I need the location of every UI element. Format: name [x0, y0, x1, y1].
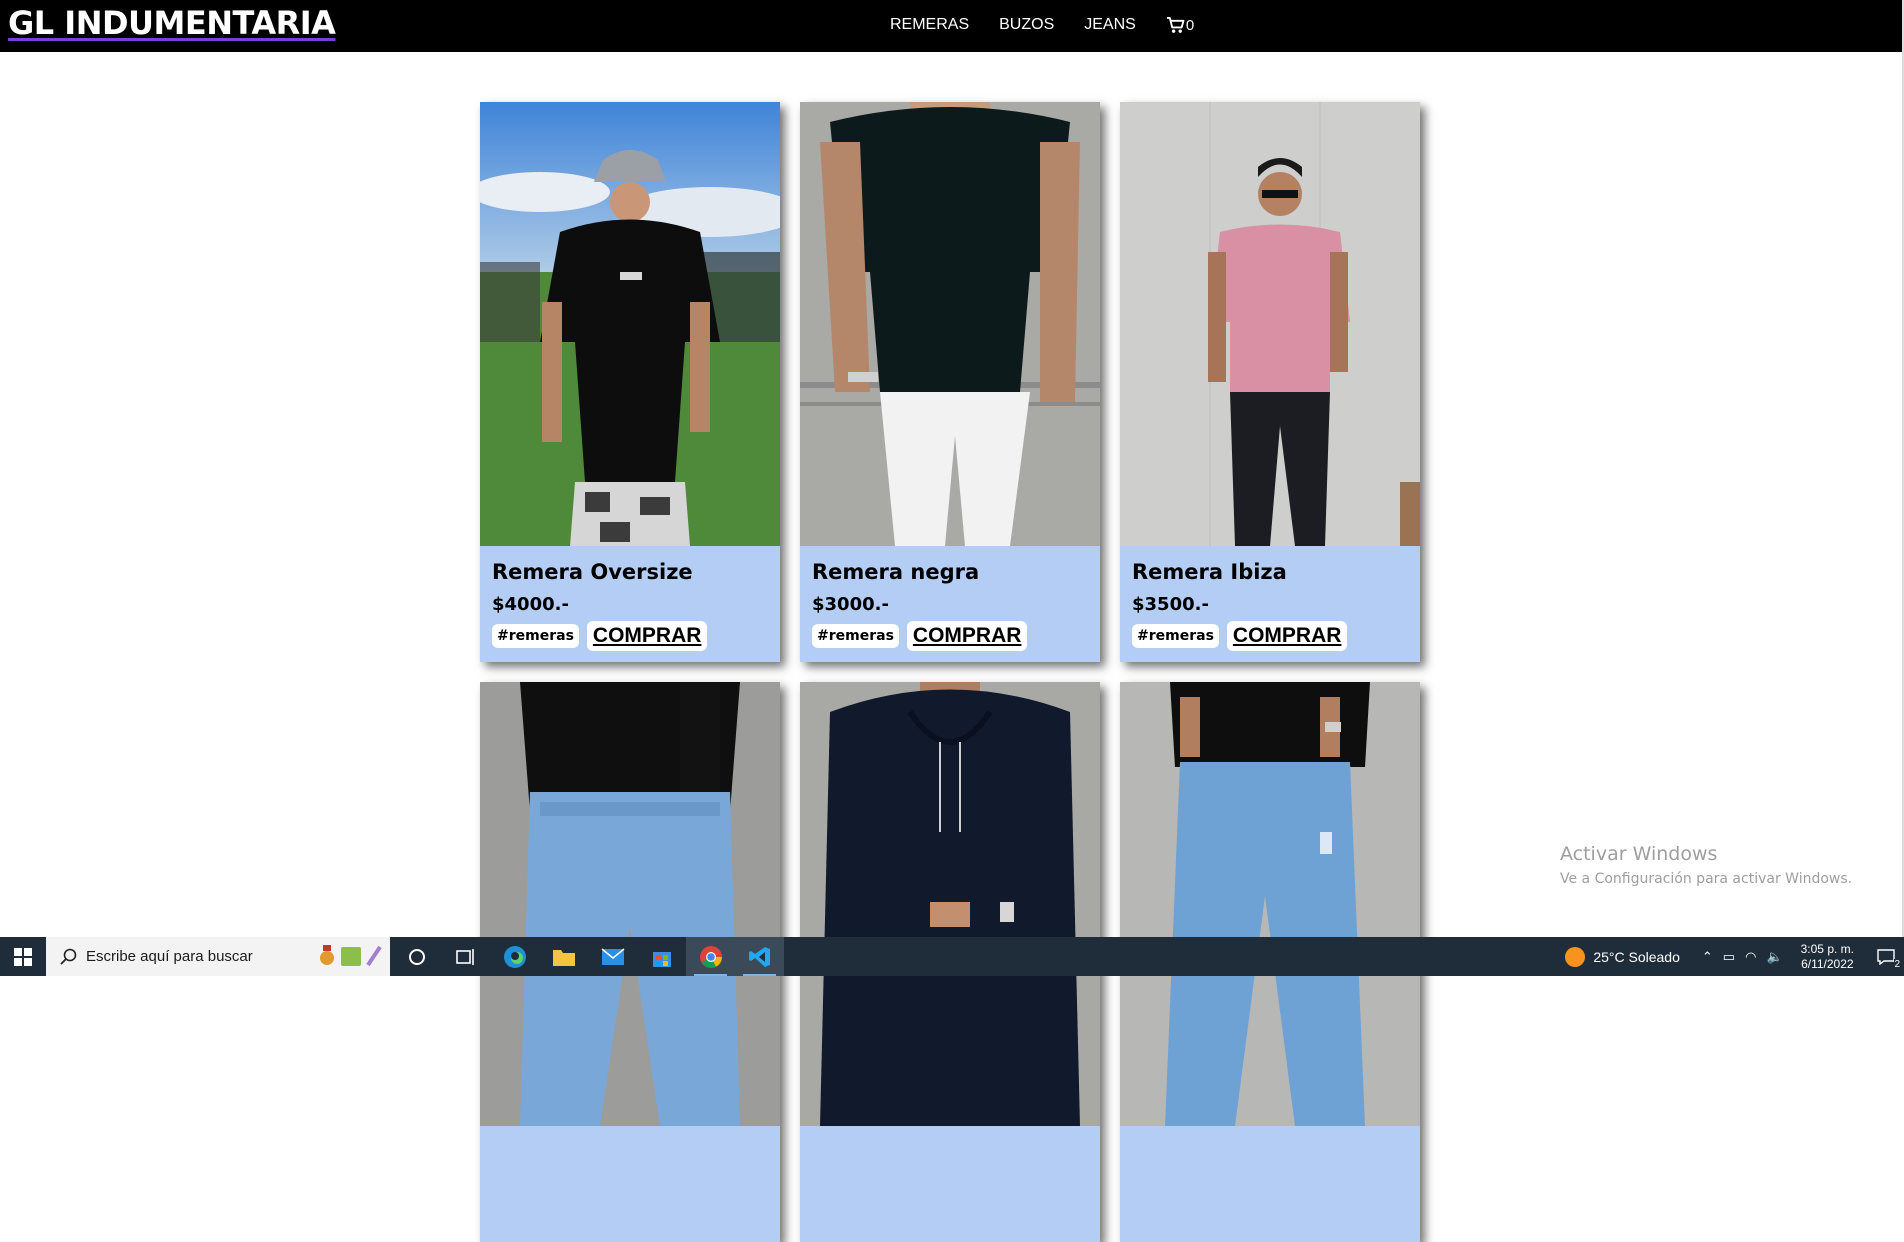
buy-button[interactable]: COMPRAR	[906, 621, 1028, 651]
cart-count: 0	[1185, 16, 1195, 34]
product-price	[1132, 1170, 1412, 1200]
edge-icon	[503, 945, 526, 968]
clock-date: 6/11/2022	[1801, 956, 1854, 971]
chevron-up-icon[interactable]: ⌃	[1702, 949, 1713, 965]
product-tag: #remeras	[1132, 624, 1219, 648]
wifi-icon[interactable]: ◠	[1745, 949, 1756, 965]
product-title	[1132, 1136, 1412, 1168]
volume-icon[interactable]: 🔈	[1766, 949, 1782, 965]
product-price: $3500.-	[1132, 594, 1209, 615]
product-title: Remera Ibiza	[1132, 560, 1287, 584]
vscode-icon	[748, 946, 770, 967]
product-title	[492, 1136, 772, 1168]
product-photo	[800, 102, 1100, 546]
product-photo	[800, 682, 1100, 1126]
cart-icon	[1166, 16, 1185, 33]
product-photo	[480, 102, 780, 546]
product-photo	[1120, 102, 1420, 546]
clock[interactable]: 3:05 p. m. 6/11/2022	[1801, 942, 1854, 972]
product-price: $4000.-	[492, 594, 569, 615]
cart-button[interactable]: 0	[1166, 16, 1195, 34]
product-title: Remera Oversize	[492, 560, 693, 584]
store-icon	[652, 951, 671, 967]
main-nav: REMERAS BUZOS JEANS 0	[890, 16, 1194, 34]
taskbar-app-edge[interactable]	[490, 937, 539, 976]
buy-button[interactable]: COMPRAR	[1226, 621, 1348, 651]
watermark-subtitle: Ve a Configuración para activar Windows.	[1560, 871, 1853, 887]
clock-time: 3:05 p. m.	[1800, 941, 1854, 956]
weather-text: 25°C Soleado	[1593, 948, 1680, 965]
windows-logo-icon	[14, 947, 32, 966]
product-price	[492, 1170, 772, 1200]
taskbar-app-chrome[interactable]	[686, 937, 735, 976]
weather-widget[interactable]: 25°C Soleado	[1565, 946, 1680, 967]
notification-center-button[interactable]: 2	[1868, 937, 1904, 976]
search-placeholder: Escribe aquí para buscar	[86, 948, 253, 965]
brand-logo-link[interactable]: GL INDUMENTARIA	[8, 4, 336, 42]
product-tag: #remeras	[492, 624, 579, 648]
windows-taskbar: Escribe aquí para buscar 25°C Soleado ⌃ …	[0, 937, 1904, 976]
top-navbar: GL INDUMENTARIA REMERAS BUZOS JEANS 0	[0, 0, 1904, 52]
nav-link-buzos[interactable]: BUZOS	[999, 16, 1054, 34]
cortana-button[interactable]	[392, 937, 441, 976]
product-card: Remera negra $3000.- #remeras COMPRAR	[800, 102, 1100, 662]
taskbar-app-mail[interactable]	[588, 937, 637, 976]
buy-button[interactable]: COMPRAR	[586, 621, 708, 651]
product-price: $3000.-	[812, 594, 889, 615]
nav-link-jeans[interactable]: JEANS	[1084, 16, 1136, 34]
product-photo	[1120, 682, 1420, 1126]
product-card: Remera Oversize $4000.- #remeras COMPRAR	[480, 102, 780, 662]
product-price	[812, 1170, 1092, 1200]
notification-icon	[1877, 948, 1895, 965]
tray-icons: ⌃ ▭ ◠ 🔈	[1702, 949, 1783, 965]
folder-icon	[552, 949, 575, 966]
taskbar-search-box[interactable]: Escribe aquí para buscar	[46, 937, 390, 976]
start-button[interactable]	[0, 937, 46, 976]
task-view-button[interactable]	[441, 937, 490, 976]
sun-icon	[1565, 946, 1586, 967]
search-highlight-graphic	[318, 945, 382, 967]
activation-watermark: Activar Windows Ve a Configuración para …	[1560, 843, 1852, 887]
chrome-icon	[699, 945, 722, 968]
meet-icon[interactable]: ▭	[1723, 949, 1735, 965]
cortana-icon	[408, 948, 425, 965]
taskbar-app-vscode[interactable]	[735, 937, 784, 976]
product-photo	[480, 682, 780, 1126]
product-card: Remera Ibiza $3500.- #remeras COMPRAR	[1120, 102, 1420, 662]
mail-icon	[601, 947, 624, 965]
nav-link-remeras[interactable]: REMERAS	[890, 16, 969, 34]
taskbar-app-store[interactable]	[637, 937, 686, 976]
product-tag: #remeras	[812, 624, 899, 648]
taskbar-apps	[392, 937, 784, 976]
system-tray: 25°C Soleado ⌃ ▭ ◠ 🔈 3:05 p. m. 6/11/202…	[1565, 937, 1904, 976]
product-title: Remera negra	[812, 560, 980, 584]
product-title	[812, 1136, 1092, 1168]
notification-count: 2	[1894, 959, 1900, 970]
taskbar-app-explorer[interactable]	[539, 937, 588, 976]
search-icon	[60, 948, 77, 965]
watermark-title: Activar Windows	[1560, 843, 1718, 865]
task-view-icon	[455, 948, 474, 965]
